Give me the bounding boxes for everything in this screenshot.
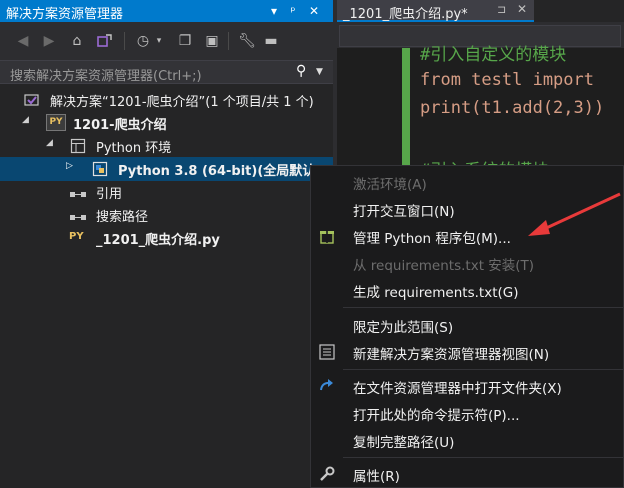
switch-views-icon[interactable] [96, 32, 114, 50]
toolbar-separator [228, 32, 229, 50]
window-position-dropdown-icon[interactable]: ▾ [266, 2, 282, 20]
menu-item-label: 打开此处的命令提示符(P)... [353, 408, 520, 424]
tree-item-label: _1201_爬虫介绍.py [96, 233, 220, 248]
tree-item-label: Python 3.8 (64-bit)(全局默认) [118, 164, 322, 179]
toolbar-separator [124, 32, 125, 50]
editor-tab-label: _1201_爬虫介绍.py* [343, 7, 468, 22]
pin-icon[interactable]: ᵖ [285, 2, 301, 20]
collapse-all-icon[interactable]: ❐ [176, 32, 194, 50]
tree-item-label: 引用 [96, 187, 123, 202]
wrench-icon [318, 465, 336, 483]
tree-item-python-interpreter[interactable]: ▷ Python 3.8 (64-bit)(全局默认) [0, 157, 333, 181]
search-placeholder: 搜索解决方案资源管理器(Ctrl+;) [10, 69, 202, 84]
solution-explorer-toolbar: ◀ ▶ ⌂ ◷ ▾ ❐ ▣ 🔧︎ ▬ [0, 22, 333, 60]
menu-item-label: 激活环境(A) [353, 177, 427, 193]
tree-item-references[interactable]: 引用 [0, 180, 333, 204]
menu-item-new-solution-explorer-view[interactable]: 新建解决方案资源管理器视图(N) [311, 339, 623, 365]
search-paths-icon [70, 211, 86, 227]
python-interpreter-icon [92, 161, 108, 177]
menu-separator [343, 369, 623, 370]
package-icon [318, 227, 336, 245]
open-folder-arrow-icon [318, 377, 336, 395]
search-icon[interactable]: ⚲ [296, 63, 306, 79]
menu-item-open-command-prompt[interactable]: 打开此处的命令提示符(P)... [311, 400, 623, 426]
tree-item-search-paths[interactable]: 搜索路径 [0, 203, 333, 227]
visual-studio-solution-icon [24, 92, 40, 108]
expanded-arrow-icon[interactable]: ◢ [46, 138, 53, 148]
menu-separator [343, 457, 623, 458]
properties-wrench-icon[interactable]: 🔧︎ [238, 32, 256, 50]
menu-item-label: 打开交互窗口(N) [353, 204, 455, 220]
show-all-files-icon[interactable]: ▣ [203, 32, 221, 50]
tree-item-label: Python 环境 [96, 141, 172, 156]
menu-item-install-from-requirements[interactable]: 从 requirements.txt 安装(T) [311, 250, 623, 276]
code-line: print(t1.add(2,3)) [420, 98, 605, 118]
search-box[interactable]: 搜索解决方案资源管理器(Ctrl+;) ⚲ ▼ [0, 60, 333, 84]
menu-item-label: 新建解决方案资源管理器视图(N) [353, 347, 550, 363]
menu-item-label: 在文件资源管理器中打开文件夹(X) [353, 381, 562, 397]
menu-separator [343, 307, 623, 308]
filter-dropdown-icon[interactable]: ▾ [150, 32, 168, 50]
close-icon[interactable]: ✕ [306, 2, 322, 20]
tree-item-label: 解决方案“1201-爬虫介绍”(1 个项目/共 1 个) [50, 95, 314, 110]
menu-item-generate-requirements[interactable]: 生成 requirements.txt(G) [311, 277, 623, 303]
panel-title: 解决方案资源管理器 [6, 7, 124, 22]
tree-item-project[interactable]: ◢ PY 1201-爬虫介绍 [0, 111, 333, 135]
search-options-dropdown-icon[interactable]: ▼ [316, 67, 323, 77]
menu-item-label: 属性(R) [353, 469, 400, 485]
menu-item-copy-full-path[interactable]: 复制完整路径(U) [311, 427, 623, 453]
menu-item-label: 从 requirements.txt 安装(T) [353, 258, 535, 274]
editor-tab-active[interactable]: _1201_爬虫介绍.py* ⊐ ✕ [337, 0, 534, 22]
tree-item-python-file[interactable]: PY _1201_爬虫介绍.py [0, 226, 333, 250]
solution-tree: 解决方案“1201-爬虫介绍”(1 个项目/共 1 个) ◢ PY 1201-爬… [0, 84, 333, 488]
menu-item-properties[interactable]: 属性(R) [311, 461, 623, 487]
python-project-icon: PY [46, 114, 66, 131]
menu-item-open-folder-in-explorer[interactable]: 在文件资源管理器中打开文件夹(X) [311, 373, 623, 399]
preview-selected-icon[interactable]: ▬ [262, 32, 280, 50]
home-icon[interactable]: ⌂ [68, 32, 86, 50]
menu-item-scope-to-this[interactable]: 限定为此范围(S) [311, 312, 623, 338]
new-view-icon [318, 343, 336, 361]
expanded-arrow-icon[interactable]: ◢ [22, 115, 29, 125]
tree-item-label: 1201-爬虫介绍 [73, 118, 167, 133]
tree-item-label: 搜索路径 [96, 210, 149, 225]
code-line: from testl import [420, 70, 594, 90]
tree-item-solution[interactable]: 解决方案“1201-爬虫介绍”(1 个项目/共 1 个) [0, 88, 333, 112]
solution-explorer-titlebar: 解决方案资源管理器 ▾ ᵖ ✕ [0, 0, 333, 22]
python-file-icon: PY [69, 231, 84, 242]
menu-item-label: 生成 requirements.txt(G) [353, 285, 519, 301]
tab-pin-icon[interactable]: ⊐ [497, 3, 506, 16]
back-icon[interactable]: ◀ [14, 32, 32, 50]
menu-item-label: 复制完整路径(U) [353, 435, 455, 451]
tab-close-icon[interactable]: ✕ [517, 2, 527, 16]
collapsed-arrow-icon[interactable]: ▷ [66, 161, 73, 171]
tree-item-python-environments[interactable]: ◢ Python 环境 [0, 134, 333, 158]
forward-icon[interactable]: ▶ [40, 32, 58, 50]
environments-icon [70, 138, 86, 154]
code-line: #引入自定义的模块 [420, 45, 567, 65]
menu-item-label: 管理 Python 程序包(M)... [353, 231, 511, 247]
annotation-arrow-icon [528, 192, 621, 236]
references-icon [70, 188, 86, 204]
menu-item-label: 限定为此范围(S) [353, 320, 454, 336]
